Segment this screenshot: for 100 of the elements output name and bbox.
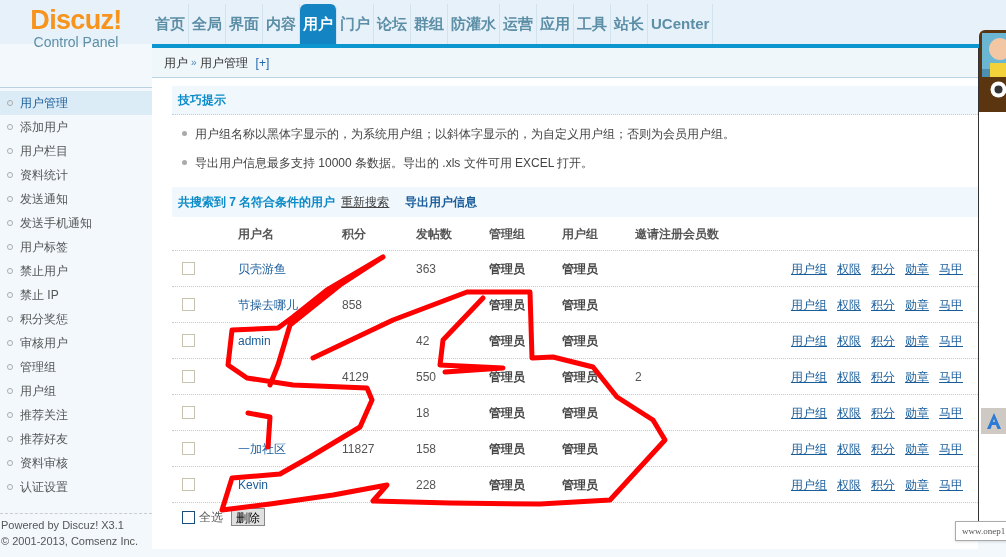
table-cell: 管理员 — [562, 261, 598, 276]
select-all-label: 全选 — [199, 509, 223, 526]
action-link[interactable]: 用户组 — [791, 259, 827, 278]
column-header: 管理组 — [489, 226, 525, 241]
action-link[interactable]: 马甲 — [939, 439, 963, 458]
action-link[interactable]: 用户组 — [791, 331, 827, 350]
table-cell: 4129 — [342, 369, 369, 384]
sidebar-item[interactable]: 发送手机通知 — [0, 211, 152, 235]
action-link[interactable]: 权限 — [837, 367, 861, 386]
action-link[interactable]: 用户组 — [791, 403, 827, 422]
sidebar-item[interactable]: 禁止用户 — [0, 259, 152, 283]
research-link[interactable]: 重新搜索 — [341, 193, 390, 211]
table-cell: 管理员 — [562, 297, 598, 312]
sidebar-item[interactable]: 用户管理 — [0, 91, 152, 115]
sidebar-item[interactable]: 添加用户 — [0, 115, 152, 139]
checkbox[interactable] — [182, 478, 195, 491]
checkbox[interactable] — [182, 406, 195, 419]
export-link[interactable]: 导出用户信息 — [405, 193, 478, 211]
action-link[interactable]: 积分 — [871, 403, 895, 422]
action-link[interactable]: 马甲 — [939, 475, 963, 494]
action-link[interactable]: 勋章 — [905, 295, 929, 314]
sidebar-item[interactable]: 用户栏目 — [0, 139, 152, 163]
delete-button[interactable]: 删除 — [231, 508, 265, 526]
action-link[interactable]: 权限 — [837, 403, 861, 422]
checkbox[interactable] — [182, 370, 195, 383]
action-link[interactable]: 马甲 — [939, 367, 963, 386]
table-cell: 2 — [635, 369, 642, 384]
column-header: 用户名 — [238, 226, 274, 241]
checkbox[interactable] — [182, 334, 195, 347]
username-link[interactable]: admin — [238, 333, 271, 348]
sidebar-item[interactable]: 发送通知 — [0, 187, 152, 211]
sidebar-item[interactable]: 推荐好友 — [0, 427, 152, 451]
breadcrumb-current: 用户管理 — [199, 54, 248, 72]
action-link[interactable]: 权限 — [837, 475, 861, 494]
table-cell: 550 — [416, 369, 437, 384]
action-link[interactable]: 用户组 — [791, 295, 827, 314]
action-link[interactable]: 积分 — [871, 475, 895, 494]
table-cell: 管理员 — [489, 297, 525, 312]
action-link[interactable]: 用户组 — [791, 367, 827, 386]
sidebar-item[interactable]: 资料审核 — [0, 451, 152, 475]
column-header: 发帖数 — [416, 226, 452, 241]
table-cell: 管理员 — [489, 333, 525, 348]
logo: Discuz! — [30, 6, 122, 34]
table-cell: 11827 — [342, 441, 375, 456]
sidebar-item[interactable]: 推荐关注 — [0, 403, 152, 427]
sidebar-item[interactable]: 用户标签 — [0, 235, 152, 259]
avatar-panel[interactable] — [979, 30, 1006, 112]
tooltip: www.onep1 — [955, 521, 1006, 541]
action-link[interactable]: 积分 — [871, 259, 895, 278]
sidebar-item[interactable]: 用户组 — [0, 379, 152, 403]
action-link[interactable]: 马甲 — [939, 259, 963, 278]
result-count: 共搜索到 7 名符合条件的用户 — [178, 194, 336, 211]
action-link[interactable]: 勋章 — [905, 475, 929, 494]
checkbox[interactable] — [182, 442, 195, 455]
username-link[interactable]: 节操去哪儿 — [238, 297, 298, 312]
bullet-icon — [182, 131, 187, 136]
table-cell: 管理员 — [562, 477, 598, 492]
action-link[interactable]: 积分 — [871, 295, 895, 314]
action-link[interactable]: 权限 — [837, 295, 861, 314]
table-cell: 管理员 — [489, 477, 525, 492]
action-link[interactable]: 勋章 — [905, 403, 929, 422]
action-link[interactable]: 马甲 — [939, 331, 963, 350]
sidebar-item[interactable]: 认证设置 — [0, 475, 152, 499]
action-link[interactable]: 勋章 — [905, 439, 929, 458]
table-cell: 363 — [416, 261, 437, 276]
action-link[interactable]: 权限 — [837, 331, 861, 350]
sidebar-item[interactable]: 资料统计 — [0, 163, 152, 187]
add-shortcut-link[interactable]: [+] — [255, 53, 270, 72]
action-link[interactable]: 马甲 — [939, 295, 963, 314]
sidebar-item[interactable]: 禁止 IP — [0, 283, 152, 307]
tip-text: 用户组名称以黑体字显示的，为系统用户组；以斜体字显示的，为自定义用户组；否则为会员用户组。 — [195, 125, 735, 143]
username-link[interactable]: 贝壳游鱼 — [238, 261, 286, 276]
action-link[interactable]: 用户组 — [791, 475, 827, 494]
action-link[interactable]: 勋章 — [905, 367, 929, 386]
action-link[interactable]: 用户组 — [791, 439, 827, 458]
action-link[interactable]: 积分 — [871, 367, 895, 386]
logo-subtitle: Control Panel — [33, 34, 119, 50]
column-header: 用户组 — [562, 226, 598, 241]
table-cell: 管理员 — [489, 405, 525, 420]
action-link[interactable]: 马甲 — [939, 403, 963, 422]
sidebar-item[interactable]: 管理组 — [0, 355, 152, 379]
table-cell: 228 — [416, 477, 437, 492]
username-link[interactable]: Kevin — [238, 477, 269, 492]
checkbox[interactable] — [182, 298, 195, 311]
translate-icon[interactable] — [981, 408, 1006, 434]
column-header: 积分 — [342, 226, 366, 241]
action-link[interactable]: 勋章 — [905, 259, 929, 278]
breadcrumb-separator: » — [191, 56, 197, 70]
breadcrumb-link[interactable]: 用户 — [164, 53, 188, 72]
sidebar-item[interactable]: 积分奖惩 — [0, 307, 152, 331]
action-link[interactable]: 积分 — [871, 439, 895, 458]
checkbox[interactable] — [182, 262, 195, 275]
table-cell: 管理员 — [562, 441, 598, 456]
action-link[interactable]: 权限 — [837, 439, 861, 458]
checkbox[interactable] — [182, 510, 195, 524]
nav-tab[interactable]: 用户 — [300, 4, 337, 44]
sidebar-item[interactable]: 审核用户 — [0, 331, 152, 355]
action-link[interactable]: 权限 — [837, 259, 861, 278]
action-link[interactable]: 勋章 — [905, 331, 929, 350]
action-link[interactable]: 积分 — [871, 331, 895, 350]
